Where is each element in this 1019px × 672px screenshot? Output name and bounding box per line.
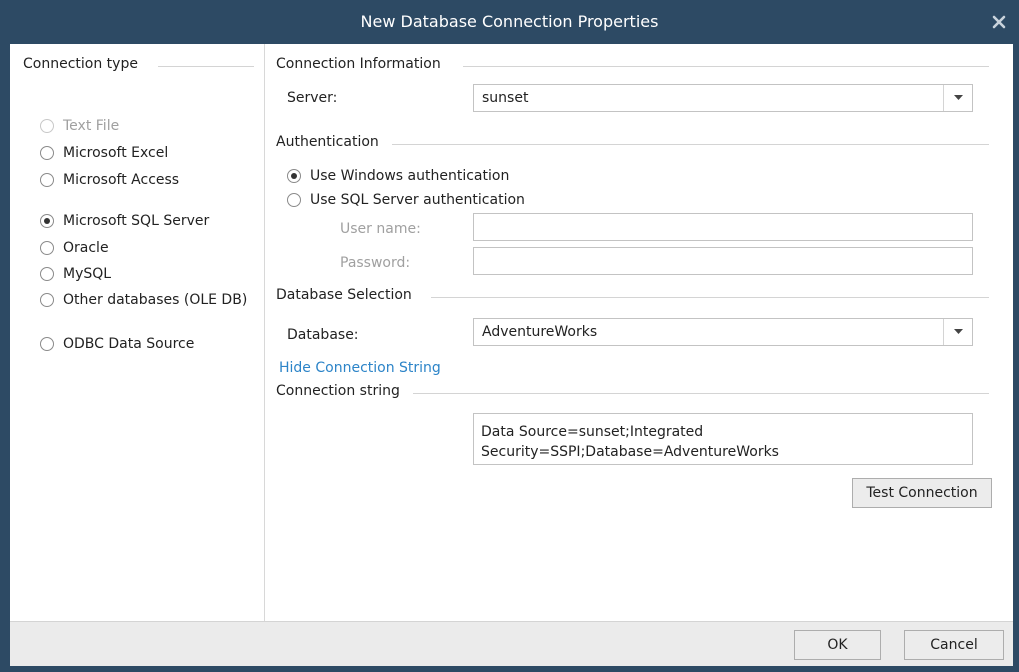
close-icon — [992, 15, 1006, 29]
radio-text-file[interactable]: Text File — [40, 115, 119, 137]
password-input[interactable] — [473, 247, 973, 275]
connection-information-divider — [463, 66, 989, 67]
radio-label: MySQL — [63, 266, 112, 282]
password-label: Password: — [340, 255, 411, 271]
connection-type-divider — [158, 66, 254, 67]
connection-string-heading: Connection string — [276, 383, 400, 399]
ok-button[interactable]: OK — [794, 630, 881, 660]
radio-label: Microsoft Access — [63, 172, 180, 188]
radio-sql-server-auth[interactable]: Use SQL Server authentication — [287, 189, 525, 211]
radio-button[interactable] — [287, 193, 301, 207]
radio-dot — [291, 173, 297, 179]
radio-other-databases[interactable]: Other databases (OLE DB) — [40, 289, 247, 311]
radio-label: Microsoft SQL Server — [63, 213, 210, 229]
radio-button[interactable] — [40, 241, 54, 255]
radio-button[interactable] — [40, 119, 54, 133]
close-button[interactable] — [985, 8, 1013, 36]
radio-button[interactable] — [40, 173, 54, 187]
test-connection-button[interactable]: Test Connection — [852, 478, 992, 508]
radio-microsoft-sql-server[interactable]: Microsoft SQL Server — [40, 210, 209, 232]
database-label: Database: — [287, 327, 359, 343]
connection-information-heading: Connection Information — [276, 56, 441, 72]
radio-windows-auth[interactable]: Use Windows authentication — [287, 165, 509, 187]
authentication-divider — [392, 144, 989, 145]
server-label: Server: — [287, 90, 338, 106]
radio-label: Other databases (OLE DB) — [63, 292, 248, 308]
authentication-heading: Authentication — [276, 134, 379, 150]
radio-microsoft-excel[interactable]: Microsoft Excel — [40, 142, 168, 164]
radio-label: Use Windows authentication — [310, 168, 510, 184]
radio-mysql[interactable]: MySQL — [40, 263, 111, 285]
dialog-window: New Database Connection Properties Conne… — [0, 0, 1019, 672]
server-combobox[interactable]: sunset — [473, 84, 973, 112]
connection-string-textbox[interactable]: Data Source=sunset;Integrated Security=S… — [473, 413, 973, 465]
radio-odbc-data-source[interactable]: ODBC Data Source — [40, 333, 194, 355]
database-value: AdventureWorks — [482, 324, 598, 340]
radio-button[interactable] — [40, 146, 54, 160]
connection-type-heading: Connection type — [23, 56, 138, 72]
radio-microsoft-access[interactable]: Microsoft Access — [40, 169, 179, 191]
radio-label: ODBC Data Source — [63, 336, 195, 352]
radio-button[interactable] — [40, 293, 54, 307]
dialog-footer: OK Cancel — [10, 621, 1013, 666]
radio-dot — [44, 218, 50, 224]
radio-button-selected[interactable] — [287, 169, 301, 183]
chevron-down-icon — [953, 95, 963, 100]
username-input[interactable] — [473, 213, 973, 241]
radio-button[interactable] — [40, 267, 54, 281]
connection-type-panel: Connection type Text File Microsoft Exce… — [10, 44, 265, 621]
dropdown-button[interactable] — [943, 85, 972, 111]
hide-connection-string-link[interactable]: Hide Connection String — [279, 360, 441, 376]
chevron-down-icon — [953, 329, 963, 334]
title-bar: New Database Connection Properties — [0, 0, 1019, 44]
username-label: User name: — [340, 221, 421, 237]
radio-label: Microsoft Excel — [63, 145, 169, 161]
radio-oracle[interactable]: Oracle — [40, 237, 109, 259]
radio-label: Oracle — [63, 240, 109, 256]
radio-button-selected[interactable] — [40, 214, 54, 228]
connection-settings-panel: Connection Information Server: sunset Au… — [266, 44, 1013, 621]
cancel-button[interactable]: Cancel — [904, 630, 1004, 660]
database-selection-heading: Database Selection — [276, 287, 412, 303]
dialog-title: New Database Connection Properties — [360, 12, 659, 31]
server-value: sunset — [482, 90, 529, 106]
dialog-content: Connection type Text File Microsoft Exce… — [10, 44, 1013, 621]
connection-string-divider — [413, 393, 989, 394]
radio-label: Use SQL Server authentication — [310, 192, 525, 208]
radio-button[interactable] — [40, 337, 54, 351]
dropdown-button[interactable] — [943, 319, 972, 345]
database-combobox[interactable]: AdventureWorks — [473, 318, 973, 346]
database-selection-divider — [431, 297, 989, 298]
radio-label: Text File — [63, 118, 120, 134]
